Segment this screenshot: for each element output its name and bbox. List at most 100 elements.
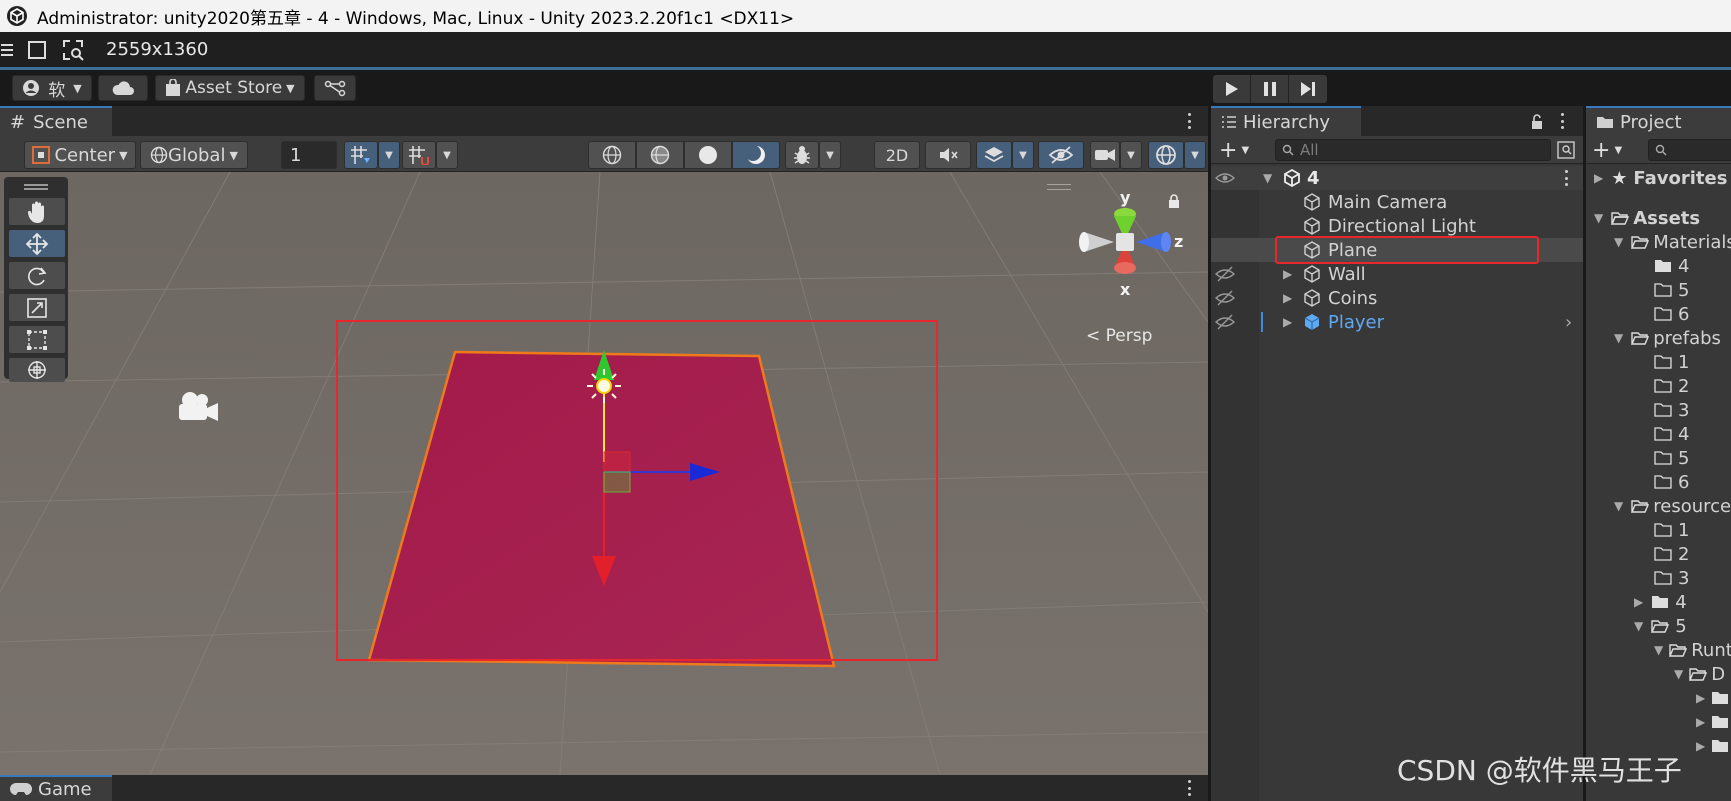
scene-root-row[interactable]: ▼ 4 bbox=[1211, 166, 1583, 190]
hand-tool-button[interactable] bbox=[9, 198, 65, 225]
persp-label[interactable]: < Persp bbox=[1086, 326, 1152, 346]
scene-viewport[interactable]: y z x < Persp bbox=[0, 172, 1208, 775]
grid-size-field[interactable]: 1 bbox=[281, 141, 337, 169]
project-folder[interactable]: 5 bbox=[1654, 446, 1689, 470]
chevron-down-icon[interactable]: ▼ bbox=[1614, 331, 1623, 345]
create-dropdown[interactable]: + ▼ bbox=[1592, 138, 1632, 163]
effects-button[interactable] bbox=[976, 141, 1012, 169]
project-folder[interactable]: 2 bbox=[1654, 374, 1689, 398]
shaded-wireframe-button[interactable] bbox=[636, 141, 684, 169]
project-folder[interactable]: ▶ bbox=[1696, 686, 1729, 710]
project-folder[interactable]: 4 bbox=[1654, 254, 1689, 278]
scene-visibility-button[interactable] bbox=[1038, 141, 1084, 169]
project-folder[interactable]: ▼ 5 bbox=[1634, 614, 1687, 638]
project-folder-materials[interactable]: ▼ Materials bbox=[1614, 230, 1731, 254]
project-folder-prefabs[interactable]: ▼ prefabs bbox=[1614, 326, 1721, 350]
step-button[interactable] bbox=[1289, 75, 1327, 103]
project-folder[interactable]: ▼ Runtime bbox=[1654, 638, 1731, 662]
move-tool-button[interactable] bbox=[9, 230, 65, 257]
project-folder[interactable]: 3 bbox=[1654, 398, 1689, 422]
chevron-right-icon[interactable]: ▶ bbox=[1594, 171, 1603, 185]
chevron-down-icon[interactable]: ▼ bbox=[1674, 667, 1683, 681]
increment-snap-button[interactable] bbox=[402, 141, 436, 169]
scale-tool-button[interactable] bbox=[9, 294, 65, 321]
overlay-drag-handle[interactable] bbox=[24, 184, 48, 190]
chevron-down-icon[interactable]: ▼ bbox=[1614, 235, 1623, 249]
audio-toggle-button[interactable] bbox=[925, 141, 971, 169]
project-folder[interactable]: ▶ bbox=[1696, 710, 1729, 734]
lock-open-icon[interactable] bbox=[1531, 114, 1543, 130]
account-dropdown[interactable]: 软 ▼ bbox=[12, 75, 92, 101]
eye-icon[interactable] bbox=[1215, 171, 1235, 185]
chevron-right-icon[interactable]: › bbox=[1565, 312, 1572, 333]
version-control-button[interactable] bbox=[314, 75, 356, 101]
cloud-button[interactable] bbox=[98, 75, 148, 101]
asset-store-dropdown[interactable]: Asset Store ▼ bbox=[155, 75, 305, 101]
tab-project[interactable]: Project bbox=[1586, 106, 1731, 136]
project-folder[interactable]: ▼ D bbox=[1674, 662, 1725, 686]
favorites-row[interactable]: ▶ ★ Favorites bbox=[1586, 166, 1727, 190]
project-folder[interactable]: ▶ bbox=[1696, 734, 1729, 758]
hierarchy-item-coins[interactable]: ▶ Coins bbox=[1211, 286, 1583, 310]
hierarchy-item-main-camera[interactable]: Main Camera bbox=[1211, 190, 1583, 214]
tab-game[interactable]: Game bbox=[0, 775, 112, 801]
project-folder[interactable]: 1 bbox=[1654, 350, 1689, 374]
project-folder[interactable]: 3 bbox=[1654, 566, 1689, 590]
rect-tool-button[interactable] bbox=[9, 326, 65, 353]
lock-icon[interactable] bbox=[1168, 194, 1180, 208]
camera-settings-dropdown[interactable]: ▼ bbox=[1120, 141, 1142, 169]
chevron-right-icon[interactable]: ▶ bbox=[1696, 715, 1705, 729]
grid-snap-dropdown[interactable]: ▼ bbox=[378, 141, 400, 169]
chevron-down-icon[interactable]: ▼ bbox=[1594, 211, 1603, 225]
chevron-right-icon[interactable]: ▶ bbox=[1696, 739, 1705, 753]
increment-snap-dropdown[interactable]: ▼ bbox=[436, 141, 458, 169]
hierarchy-item-player[interactable]: ▶ Player › bbox=[1211, 310, 1583, 334]
chevron-right-icon[interactable]: ▶ bbox=[1283, 315, 1292, 329]
project-folder[interactable]: 6 bbox=[1654, 470, 1689, 494]
hierarchy-item-plane[interactable]: Plane bbox=[1211, 236, 1583, 264]
hierarchy-item-directional-light[interactable]: Directional Light bbox=[1211, 214, 1583, 238]
project-folder[interactable]: 4 bbox=[1654, 422, 1689, 446]
project-folder[interactable]: 5 bbox=[1654, 278, 1689, 302]
kebab-menu-icon[interactable] bbox=[1186, 780, 1192, 796]
eye-slash-icon[interactable] bbox=[1215, 290, 1235, 306]
search-by-type-icon[interactable] bbox=[1557, 141, 1575, 159]
chevron-down-icon[interactable]: ▼ bbox=[1634, 619, 1643, 633]
transform-tool-button[interactable] bbox=[9, 358, 65, 382]
chevron-down-icon[interactable]: ▼ bbox=[1263, 171, 1272, 185]
eye-slash-icon[interactable] bbox=[1215, 266, 1235, 282]
kebab-menu-icon[interactable] bbox=[1563, 170, 1569, 186]
chevron-down-icon[interactable]: ▼ bbox=[1654, 643, 1663, 657]
chevron-right-icon[interactable]: ▶ bbox=[1283, 267, 1292, 281]
hierarchy-item-wall[interactable]: ▶ Wall bbox=[1211, 262, 1583, 286]
tab-hierarchy[interactable]: Hierarchy bbox=[1211, 106, 1361, 136]
project-search-field[interactable] bbox=[1648, 139, 1731, 161]
grid-snap-button[interactable] bbox=[344, 141, 378, 169]
panel-divider[interactable] bbox=[1208, 106, 1211, 801]
space-mode-dropdown[interactable]: Global ▼ bbox=[140, 141, 248, 169]
pivot-mode-dropdown[interactable]: Center ▼ bbox=[24, 141, 136, 169]
kebab-menu-icon[interactable] bbox=[1186, 113, 1192, 129]
kebab-menu-icon[interactable] bbox=[1559, 113, 1565, 129]
rotate-tool-button[interactable] bbox=[9, 262, 65, 289]
pause-button[interactable] bbox=[1251, 75, 1289, 103]
chevron-right-icon[interactable]: ▶ bbox=[1696, 691, 1705, 705]
2d-toggle-button[interactable]: 2D bbox=[874, 141, 920, 169]
chevron-right-icon[interactable]: ▶ bbox=[1283, 291, 1292, 305]
overlay-drag-handle[interactable] bbox=[1047, 184, 1071, 190]
shaded-button[interactable] bbox=[684, 141, 732, 169]
project-folder[interactable]: 2 bbox=[1654, 542, 1689, 566]
wireframe-shading-button[interactable] bbox=[588, 141, 636, 169]
gizmos-button[interactable] bbox=[1148, 141, 1184, 169]
project-folder[interactable]: 6 bbox=[1654, 302, 1689, 326]
debug-draw-dropdown[interactable]: ▼ bbox=[819, 141, 841, 169]
zoom-region-icon[interactable] bbox=[62, 39, 84, 61]
debug-draw-button[interactable] bbox=[785, 141, 819, 169]
play-button[interactable] bbox=[1213, 75, 1251, 103]
tab-scene[interactable]: # Scene bbox=[0, 106, 112, 136]
camera-settings-button[interactable] bbox=[1090, 141, 1120, 169]
create-dropdown[interactable]: + ▼ bbox=[1219, 138, 1259, 163]
effects-dropdown[interactable]: ▼ bbox=[1012, 141, 1034, 169]
menu-icon[interactable] bbox=[0, 39, 14, 61]
lighting-shading-button[interactable] bbox=[732, 141, 780, 169]
